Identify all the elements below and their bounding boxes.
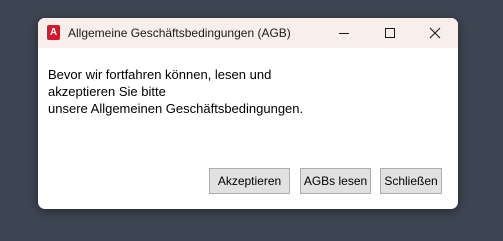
- window-title: Allgemeine Geschäftsbedingungen (AGB): [68, 26, 291, 40]
- minimize-button[interactable]: [321, 18, 367, 48]
- maximize-button[interactable]: [367, 18, 413, 48]
- app-icon: A: [47, 25, 60, 40]
- dialog-message: Bevor wir fortfahren können, lesen und a…: [48, 66, 303, 117]
- message-line: unsere Allgemeinen Geschäftsbedingungen.: [48, 101, 304, 116]
- close-dialog-button[interactable]: Schließen: [380, 168, 442, 194]
- close-button[interactable]: [412, 18, 458, 48]
- maximize-icon: [385, 28, 395, 38]
- agb-dialog: A Allgemeine Geschäftsbedingungen (AGB) …: [38, 18, 458, 209]
- read-agb-button[interactable]: AGBs lesen: [300, 168, 371, 194]
- close-icon: [429, 27, 441, 39]
- accept-button[interactable]: Akzeptieren: [209, 168, 290, 194]
- title-bar[interactable]: A Allgemeine Geschäftsbedingungen (AGB): [38, 18, 458, 48]
- message-line: akzeptieren Sie bitte: [48, 84, 166, 99]
- minimize-icon: [339, 33, 349, 34]
- message-line: Bevor wir fortfahren können, lesen und: [48, 67, 272, 82]
